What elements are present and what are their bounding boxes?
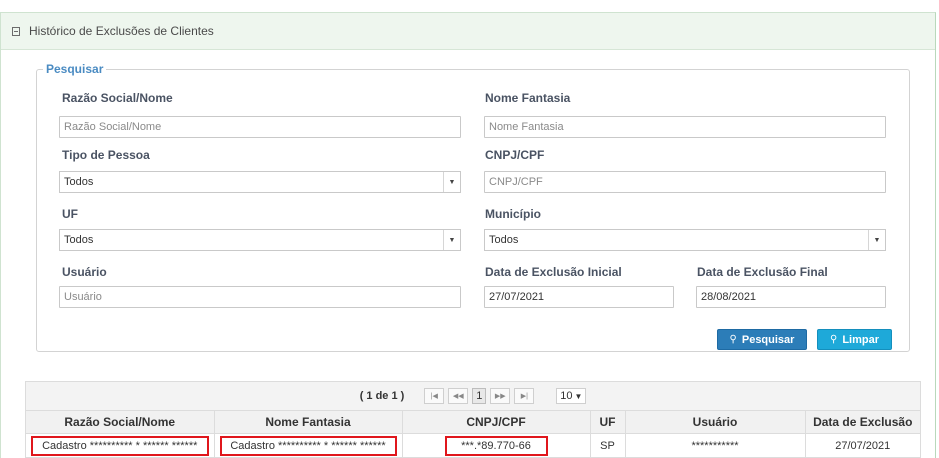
municipio-value: Todos	[489, 234, 519, 246]
usuario-label: Usuário	[62, 265, 107, 279]
rows-per-page-value: 10	[560, 390, 573, 402]
cell-usuario: ***********	[625, 433, 806, 457]
column-header-fantasia[interactable]: Nome Fantasia	[214, 411, 403, 434]
usuario-input[interactable]	[59, 286, 461, 308]
document-icon	[12, 26, 20, 36]
uf-label: UF	[62, 207, 78, 221]
pesquisar-button[interactable]: ⚲ Pesquisar	[717, 329, 807, 350]
search-icon: ⚲	[729, 334, 737, 345]
search-legend: Pesquisar	[46, 62, 104, 76]
column-header-data[interactable]: Data de Exclusão	[805, 411, 920, 434]
uf-value: Todos	[64, 234, 94, 246]
cnpj-cpf-input[interactable]	[484, 171, 886, 193]
first-page-icon[interactable]: |◀	[424, 388, 445, 404]
search-fieldset: Pesquisar	[36, 62, 910, 352]
razao-social-input[interactable]	[59, 116, 461, 138]
data-inicial-label: Data de Exclusão Inicial	[485, 265, 622, 279]
column-header-usuario[interactable]: Usuário	[625, 411, 806, 434]
cell-cnpj: ***.*89.770-66	[402, 433, 591, 457]
nome-fantasia-label: Nome Fantasia	[485, 91, 571, 105]
tipo-pessoa-select[interactable]: Todos ▼	[59, 171, 461, 193]
municipio-label: Município	[485, 207, 541, 221]
razao-social-label: Razão Social/Nome	[62, 91, 173, 105]
column-header-cnpj[interactable]: CNPJ/CPF	[402, 411, 591, 434]
column-header-razao[interactable]: Razão Social/Nome	[26, 411, 215, 434]
tipo-pessoa-label: Tipo de Pessoa	[62, 148, 150, 162]
nome-fantasia-input[interactable]	[484, 116, 886, 138]
municipio-select[interactable]: Todos ▼	[484, 229, 886, 251]
highlighted-razao: Cadastro ********** * ****** ******	[31, 435, 209, 456]
chevron-down-icon: ▼	[443, 172, 460, 192]
results-table: Razão Social/Nome Nome Fantasia CNPJ/CPF…	[26, 411, 920, 457]
next-page-icon[interactable]: ▶▶	[490, 388, 511, 404]
uf-select[interactable]: Todos ▼	[59, 229, 461, 251]
data-final-input[interactable]	[696, 286, 886, 308]
table-row[interactable]: Cadastro ********** * ****** ****** Cada…	[26, 433, 920, 457]
panel-header: Histórico de Exclusões de Clientes	[1, 13, 935, 50]
prev-page-icon[interactable]: ◀◀	[448, 388, 469, 404]
tipo-pessoa-value: Todos	[64, 176, 94, 188]
cnpj-cpf-label: CNPJ/CPF	[485, 148, 545, 162]
data-final-label: Data de Exclusão Final	[697, 265, 828, 279]
chevron-down-icon: ▼	[868, 230, 885, 250]
highlighted-cnpj: ***.*89.770-66	[444, 435, 548, 456]
cell-data: 27/07/2021	[835, 439, 891, 452]
cell-razao: Cadastro ********** * ****** ******	[26, 433, 215, 457]
column-header-uf[interactable]: UF	[590, 411, 626, 434]
cell-fantasia: Cadastro ********** * ****** ******	[214, 433, 403, 457]
page-count: ( 1 de 1 )	[359, 390, 405, 402]
chevron-down-icon: ▼	[443, 230, 460, 250]
pesquisar-button-label: Pesquisar	[741, 333, 795, 346]
data-inicial-input[interactable]	[484, 286, 674, 308]
results-grid: ( 1 de 1 ) |◀ ◀◀ 1 ▶▶ ▶| 10 ▼ Razão Soci…	[25, 381, 921, 458]
panel-title: Histórico de Exclusões de Clientes	[29, 24, 214, 38]
highlighted-fantasia: Cadastro ********** * ****** ******	[219, 435, 397, 456]
cell-uf: SP	[590, 433, 626, 457]
chevron-down-icon: ▼	[574, 391, 583, 401]
last-page-icon[interactable]: ▶|	[514, 388, 535, 404]
limpar-button-label: Limpar	[842, 333, 879, 346]
clear-icon: ⚲	[829, 334, 838, 345]
rows-per-page-select[interactable]: 10 ▼	[556, 388, 587, 404]
table-header-row: Razão Social/Nome Nome Fantasia CNPJ/CPF…	[26, 411, 920, 434]
paginator: ( 1 de 1 ) |◀ ◀◀ 1 ▶▶ ▶| 10 ▼	[26, 382, 920, 411]
current-page-button[interactable]: 1	[472, 388, 487, 404]
limpar-button[interactable]: ⚲ Limpar	[817, 329, 892, 350]
